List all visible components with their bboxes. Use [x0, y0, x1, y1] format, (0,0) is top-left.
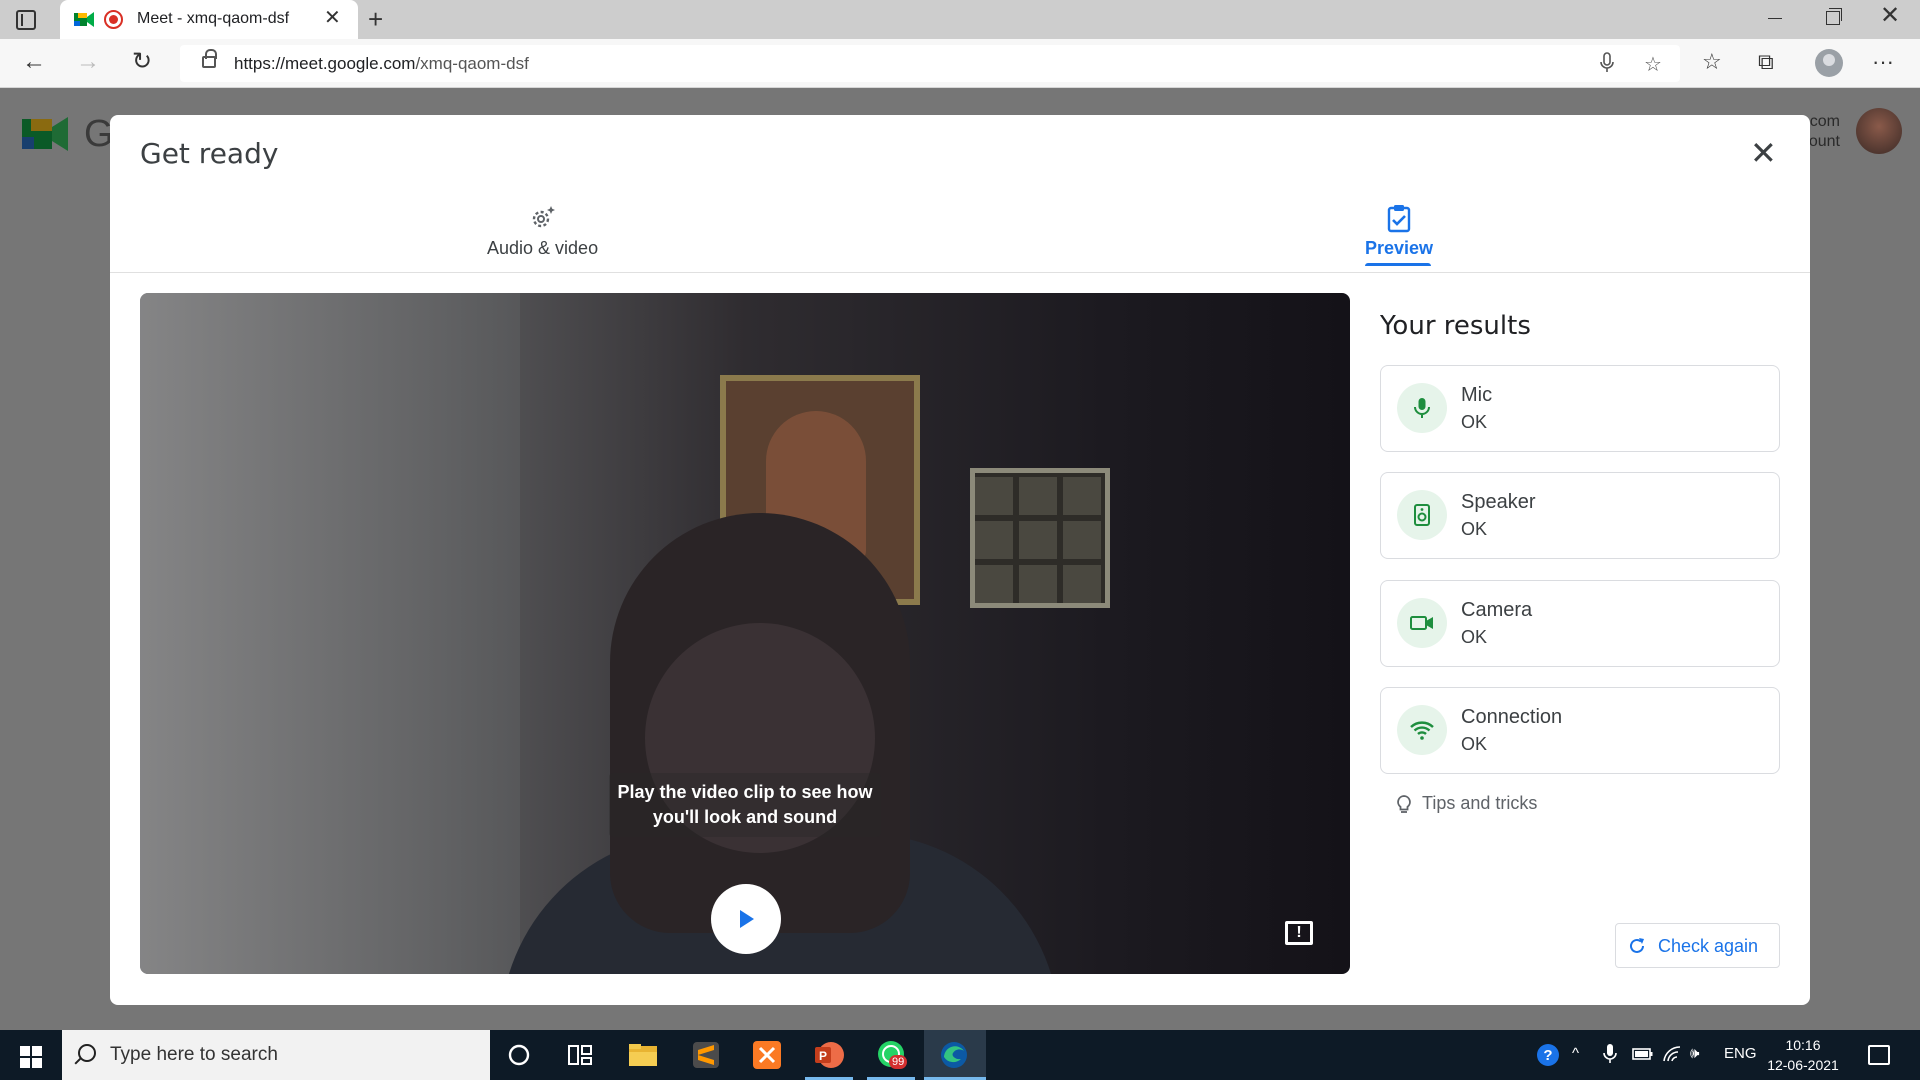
play-button[interactable] — [711, 884, 781, 954]
feedback-icon[interactable]: ! — [1285, 921, 1313, 945]
clipboard-check-icon — [1387, 205, 1411, 233]
network-icon[interactable] — [1662, 1045, 1682, 1063]
get-ready-dialog: Get ready ✕ Audio & video Preview Play t… — [110, 115, 1810, 1005]
restore-icon[interactable] — [1826, 8, 1842, 25]
tab-title: Meet - xmq-qaom-dsf — [137, 10, 290, 27]
result-name: Camera — [1461, 599, 1533, 621]
microphone-icon[interactable] — [1600, 52, 1614, 74]
taskbar-clock[interactable]: 10:16 12-06-2021 — [1760, 1035, 1846, 1075]
google-meet-logo — [22, 117, 68, 151]
forward-icon[interactable]: → — [76, 48, 100, 76]
result-name: Mic — [1461, 384, 1493, 406]
video-wall-light — [140, 293, 520, 974]
window-close-icon[interactable]: ✕ — [1880, 4, 1900, 28]
battery-icon[interactable] — [1632, 1047, 1654, 1061]
active-tab-indicator — [1365, 263, 1431, 266]
result-name: Speaker — [1461, 491, 1536, 513]
tab-audio-video[interactable]: Audio & video — [487, 203, 598, 259]
show-hidden-icons-icon[interactable]: ^ — [1572, 1045, 1579, 1062]
lightbulb-icon — [1397, 795, 1411, 813]
result-status: OK — [1461, 412, 1488, 432]
notifications-icon[interactable] — [1868, 1045, 1890, 1065]
edge-icon[interactable] — [938, 1039, 970, 1071]
tab-close-icon[interactable]: ✕ — [324, 8, 341, 28]
search-placeholder: Type here to search — [110, 1044, 278, 1065]
result-status: OK — [1461, 519, 1488, 539]
result-status: OK — [1461, 734, 1488, 754]
result-card-connection: Connection OK — [1380, 687, 1780, 774]
cortana-icon[interactable] — [503, 1039, 535, 1071]
mic-icon — [1397, 383, 1447, 433]
back-icon[interactable]: ← — [22, 48, 46, 76]
minimize-icon[interactable] — [1768, 18, 1782, 19]
browser-tab-bar: Meet - xmq-qaom-dsf ✕ + ✕ — [0, 0, 1920, 39]
taskbar-search-box[interactable]: Type here to search — [62, 1030, 490, 1080]
tab-preview[interactable]: Preview — [1365, 203, 1434, 266]
video-preview: Play the video clip to see how you'll lo… — [140, 293, 1350, 974]
url-input[interactable]: https://meet.google.com/xmq-qaom-dsf ☆ — [180, 45, 1680, 82]
whatsapp-icon[interactable]: 99 — [875, 1039, 908, 1071]
tips-and-tricks-link[interactable]: Tips and tricks — [1422, 793, 1537, 814]
file-explorer-icon[interactable] — [627, 1039, 659, 1071]
search-icon — [78, 1044, 96, 1062]
video-caption: Play the video clip to see how you'll lo… — [609, 773, 881, 837]
xampp-icon[interactable] — [751, 1039, 783, 1071]
collections-icon[interactable]: ⧉ — [1758, 49, 1774, 75]
reload-icon[interactable]: ↻ — [132, 48, 152, 76]
tray-microphone-icon — [1603, 1044, 1617, 1063]
result-card-mic: Mic OK — [1380, 365, 1780, 452]
url-text: https://meet.google.com/xmq-qaom-dsf — [234, 54, 529, 74]
dialog-title: Get ready — [140, 137, 279, 170]
url-host: https://meet.google.com — [234, 54, 416, 73]
tab-preview-label: Preview — [1365, 238, 1434, 258]
camera-icon — [1397, 598, 1447, 648]
url-path: /xmq-qaom-dsf — [415, 54, 529, 73]
video-wall-frame — [970, 468, 1110, 608]
volume-icon[interactable]: 🕪 — [1690, 1045, 1699, 1062]
clock-date: 12-06-2021 — [1767, 1057, 1839, 1073]
check-again-button[interactable]: Check again — [1615, 923, 1780, 968]
settings-sparkle-icon — [532, 206, 555, 228]
dialog-close-icon[interactable]: ✕ — [1750, 137, 1777, 169]
tab-audio-video-label: Audio & video — [487, 238, 599, 258]
result-status: OK — [1461, 627, 1488, 647]
new-tab-icon[interactable]: + — [368, 6, 383, 32]
favorite-add-icon[interactable]: ☆ — [1644, 52, 1662, 77]
lock-icon — [202, 49, 217, 68]
refresh-icon — [1630, 938, 1644, 953]
svg-text:?: ? — [1543, 1047, 1552, 1064]
background-account-avatar — [1856, 108, 1902, 154]
task-view-icon[interactable] — [564, 1039, 596, 1071]
windows-start-icon[interactable] — [20, 1046, 42, 1068]
help-icon[interactable]: ? — [1535, 1042, 1561, 1068]
recording-icon — [104, 10, 123, 29]
meet-favicon-icon — [74, 12, 94, 27]
powerpoint-icon[interactable]: P — [813, 1039, 845, 1071]
tab-actions-icon[interactable] — [16, 10, 36, 30]
wifi-icon — [1397, 705, 1447, 755]
result-name: Connection — [1461, 706, 1563, 728]
windows-taskbar: Type here to search P 99 ? ^ 🕪 ENG 10:16… — [0, 1030, 1920, 1080]
clock-time: 10:16 — [1785, 1037, 1821, 1053]
results-title: Your results — [1380, 311, 1531, 341]
address-bar: ← → ↻ https://meet.google.com/xmq-qaom-d… — [0, 39, 1920, 88]
speaker-icon — [1397, 490, 1447, 540]
result-card-speaker: Speaker OK — [1380, 472, 1780, 559]
result-card-camera: Camera OK — [1380, 580, 1780, 667]
whatsapp-badge: 99 — [889, 1055, 908, 1069]
favorites-icon[interactable]: ☆ — [1702, 49, 1722, 75]
more-options-icon[interactable]: ··· — [1872, 49, 1894, 75]
svg-text:P: P — [819, 1049, 827, 1063]
profile-avatar[interactable] — [1815, 49, 1843, 77]
tabs-divider — [110, 272, 1810, 273]
check-again-label: Check again — [1658, 936, 1759, 956]
browser-tab[interactable]: Meet - xmq-qaom-dsf ✕ — [60, 0, 358, 39]
language-indicator[interactable]: ENG — [1724, 1045, 1757, 1062]
sublime-text-icon[interactable] — [690, 1039, 722, 1071]
